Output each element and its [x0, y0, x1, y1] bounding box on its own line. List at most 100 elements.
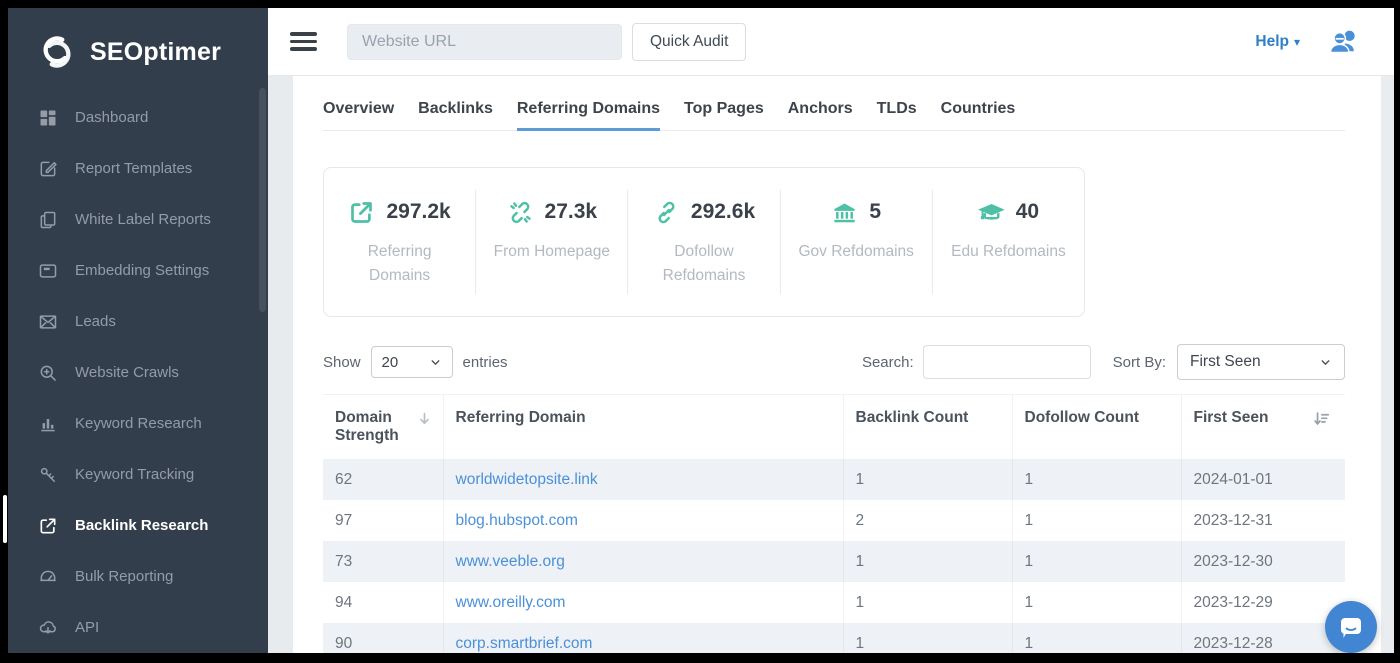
- cell-first-seen: 2023-12-30: [1181, 541, 1345, 582]
- tab-overview[interactable]: Overview: [323, 100, 394, 131]
- help-dropdown[interactable]: Help ▾: [1255, 33, 1300, 51]
- stat-value: 5: [869, 200, 881, 224]
- cell-domain-strength: 97: [323, 500, 443, 541]
- logo[interactable]: SEOptimer: [8, 28, 268, 76]
- graduation-cap-icon: [978, 199, 1005, 226]
- cell-referring-domain: www.veeble.org: [443, 541, 843, 582]
- backlink-research-icon: [38, 516, 58, 536]
- sidebar-scrollbar-thumb[interactable]: [259, 88, 266, 312]
- cell-referring-domain: blog.hubspot.com: [443, 500, 843, 541]
- cell-dofollow-count: 1: [1012, 541, 1181, 582]
- stat-label: Referring Domains: [341, 240, 459, 288]
- search-label: Search:: [862, 354, 914, 371]
- column-header-domain-strength[interactable]: Domain Strength: [323, 395, 443, 460]
- stat-label: Edu Refdomains: [949, 240, 1067, 264]
- sidebar-item-label: Bulk Reporting: [75, 568, 173, 585]
- cell-backlink-count: 1: [843, 459, 1012, 500]
- website-url-input[interactable]: [347, 24, 622, 60]
- tab-referring-domains[interactable]: Referring Domains: [517, 100, 660, 131]
- sidebar-item-website-crawls[interactable]: Website Crawls: [8, 347, 268, 398]
- sidebar-item-api[interactable]: API: [8, 602, 268, 653]
- sidebar-item-embedding-settings[interactable]: Embedding Settings: [8, 245, 268, 296]
- broken-link-icon: [507, 199, 534, 226]
- cell-referring-domain: www.oreilly.com: [443, 582, 843, 623]
- table-controls: Show 20 entries Search: Sort By: First S…: [323, 344, 1345, 380]
- chat-bubble-icon: [1338, 614, 1364, 640]
- sidebar-item-label: Backlink Research: [75, 517, 208, 534]
- chevron-down-icon: [429, 356, 442, 369]
- tab-tlds[interactable]: TLDs: [877, 100, 917, 131]
- quick-audit-button[interactable]: Quick Audit: [632, 23, 746, 61]
- cell-domain-strength: 73: [323, 541, 443, 582]
- app-frame: SEOptimer Dashboard Report Templates: [8, 8, 1394, 653]
- stat-label: From Homepage: [493, 240, 611, 264]
- entries-select[interactable]: 20: [371, 346, 453, 378]
- column-header-backlink-count[interactable]: Backlink Count: [843, 395, 1012, 460]
- table-row: 73 www.veeble.org 1 1 2023-12-30: [323, 541, 1345, 582]
- referring-domain-link[interactable]: corp.smartbrief.com: [456, 635, 593, 652]
- tab-backlinks[interactable]: Backlinks: [418, 100, 493, 131]
- cell-dofollow-count: 1: [1012, 623, 1181, 653]
- topbar: Quick Audit Help ▾: [268, 8, 1394, 76]
- referring-domain-link[interactable]: www.oreilly.com: [456, 594, 566, 611]
- table-row: 90 corp.smartbrief.com 1 1 2023-12-28: [323, 623, 1345, 653]
- column-header-dofollow-count[interactable]: Dofollow Count: [1012, 395, 1181, 460]
- cell-backlink-count: 1: [843, 541, 1012, 582]
- logo-text: SEOptimer: [90, 38, 221, 67]
- entries-label: entries: [463, 354, 508, 371]
- cell-domain-strength: 94: [323, 582, 443, 623]
- sidebar-item-label: Leads: [75, 313, 116, 330]
- link-icon: [653, 199, 680, 226]
- cell-first-seen: 2024-01-01: [1181, 459, 1345, 500]
- tab-countries[interactable]: Countries: [941, 100, 1016, 131]
- cell-first-seen: 2023-12-31: [1181, 500, 1345, 541]
- chevron-down-icon: [1319, 356, 1332, 369]
- sidebar-item-label: API: [75, 619, 99, 636]
- hamburger-menu-icon[interactable]: [290, 32, 317, 51]
- sidebar-item-dashboard[interactable]: Dashboard: [8, 92, 268, 143]
- sidebar-item-leads[interactable]: Leads: [8, 296, 268, 347]
- embedding-settings-icon: [38, 261, 58, 281]
- api-icon: [38, 618, 58, 638]
- cell-first-seen: 2023-12-28: [1181, 623, 1345, 653]
- table-row: 94 www.oreilly.com 1 1 2023-12-29: [323, 582, 1345, 623]
- window-scrollbar-thumb[interactable]: [3, 495, 7, 543]
- table-row: 97 blog.hubspot.com 2 1 2023-12-31: [323, 500, 1345, 541]
- website-crawls-icon: [38, 363, 58, 383]
- page: Overview Backlinks Referring Domains Top…: [323, 76, 1345, 653]
- cell-domain-strength: 90: [323, 623, 443, 653]
- table-row: 62 worldwidetopsite.link 1 1 2024-01-01: [323, 459, 1345, 500]
- referring-domain-link[interactable]: worldwidetopsite.link: [456, 471, 598, 488]
- white-label-reports-icon: [38, 210, 58, 230]
- column-header-first-seen[interactable]: First Seen: [1181, 395, 1345, 460]
- column-header-referring-domain[interactable]: Referring Domain: [443, 395, 843, 460]
- sidebar-item-keyword-research[interactable]: Keyword Research: [8, 398, 268, 449]
- content-area: Overview Backlinks Referring Domains Top…: [268, 76, 1394, 653]
- account-users-icon[interactable]: [1328, 27, 1360, 57]
- sidebar-item-report-templates[interactable]: Report Templates: [8, 143, 268, 194]
- sidebar-item-keyword-tracking[interactable]: Keyword Tracking: [8, 449, 268, 500]
- sort-by-label: Sort By:: [1113, 354, 1166, 371]
- referring-domain-link[interactable]: blog.hubspot.com: [456, 512, 578, 529]
- stat-dofollow-refdomains: 292.6k Dofollow Refdomains: [628, 190, 780, 294]
- tab-anchors[interactable]: Anchors: [788, 100, 853, 131]
- sidebar-item-bulk-reporting[interactable]: Bulk Reporting: [8, 551, 268, 602]
- referring-domain-link[interactable]: www.veeble.org: [456, 553, 565, 570]
- sidebar-item-label: Keyword Research: [75, 415, 202, 432]
- stat-value: 27.3k: [545, 200, 598, 224]
- search-input[interactable]: [923, 345, 1091, 379]
- dashboard-icon: [38, 108, 58, 128]
- sidebar-gutter: [268, 76, 293, 653]
- tab-top-pages[interactable]: Top Pages: [684, 100, 764, 131]
- sidebar-item-white-label-reports[interactable]: White Label Reports: [8, 194, 268, 245]
- sidebar-item-backlink-research[interactable]: Backlink Research: [8, 500, 268, 551]
- cell-domain-strength: 62: [323, 459, 443, 500]
- stat-gov-refdomains: 5 Gov Refdomains: [781, 190, 933, 294]
- cell-referring-domain: worldwidetopsite.link: [443, 459, 843, 500]
- sidebar-item-label: Keyword Tracking: [75, 466, 194, 483]
- content-scrollbar-track[interactable]: [1381, 76, 1394, 653]
- stat-value: 297.2k: [386, 200, 450, 224]
- sort-by-select[interactable]: First Seen: [1177, 344, 1345, 380]
- stat-label: Gov Refdomains: [797, 240, 915, 264]
- chat-launcher[interactable]: [1325, 601, 1377, 653]
